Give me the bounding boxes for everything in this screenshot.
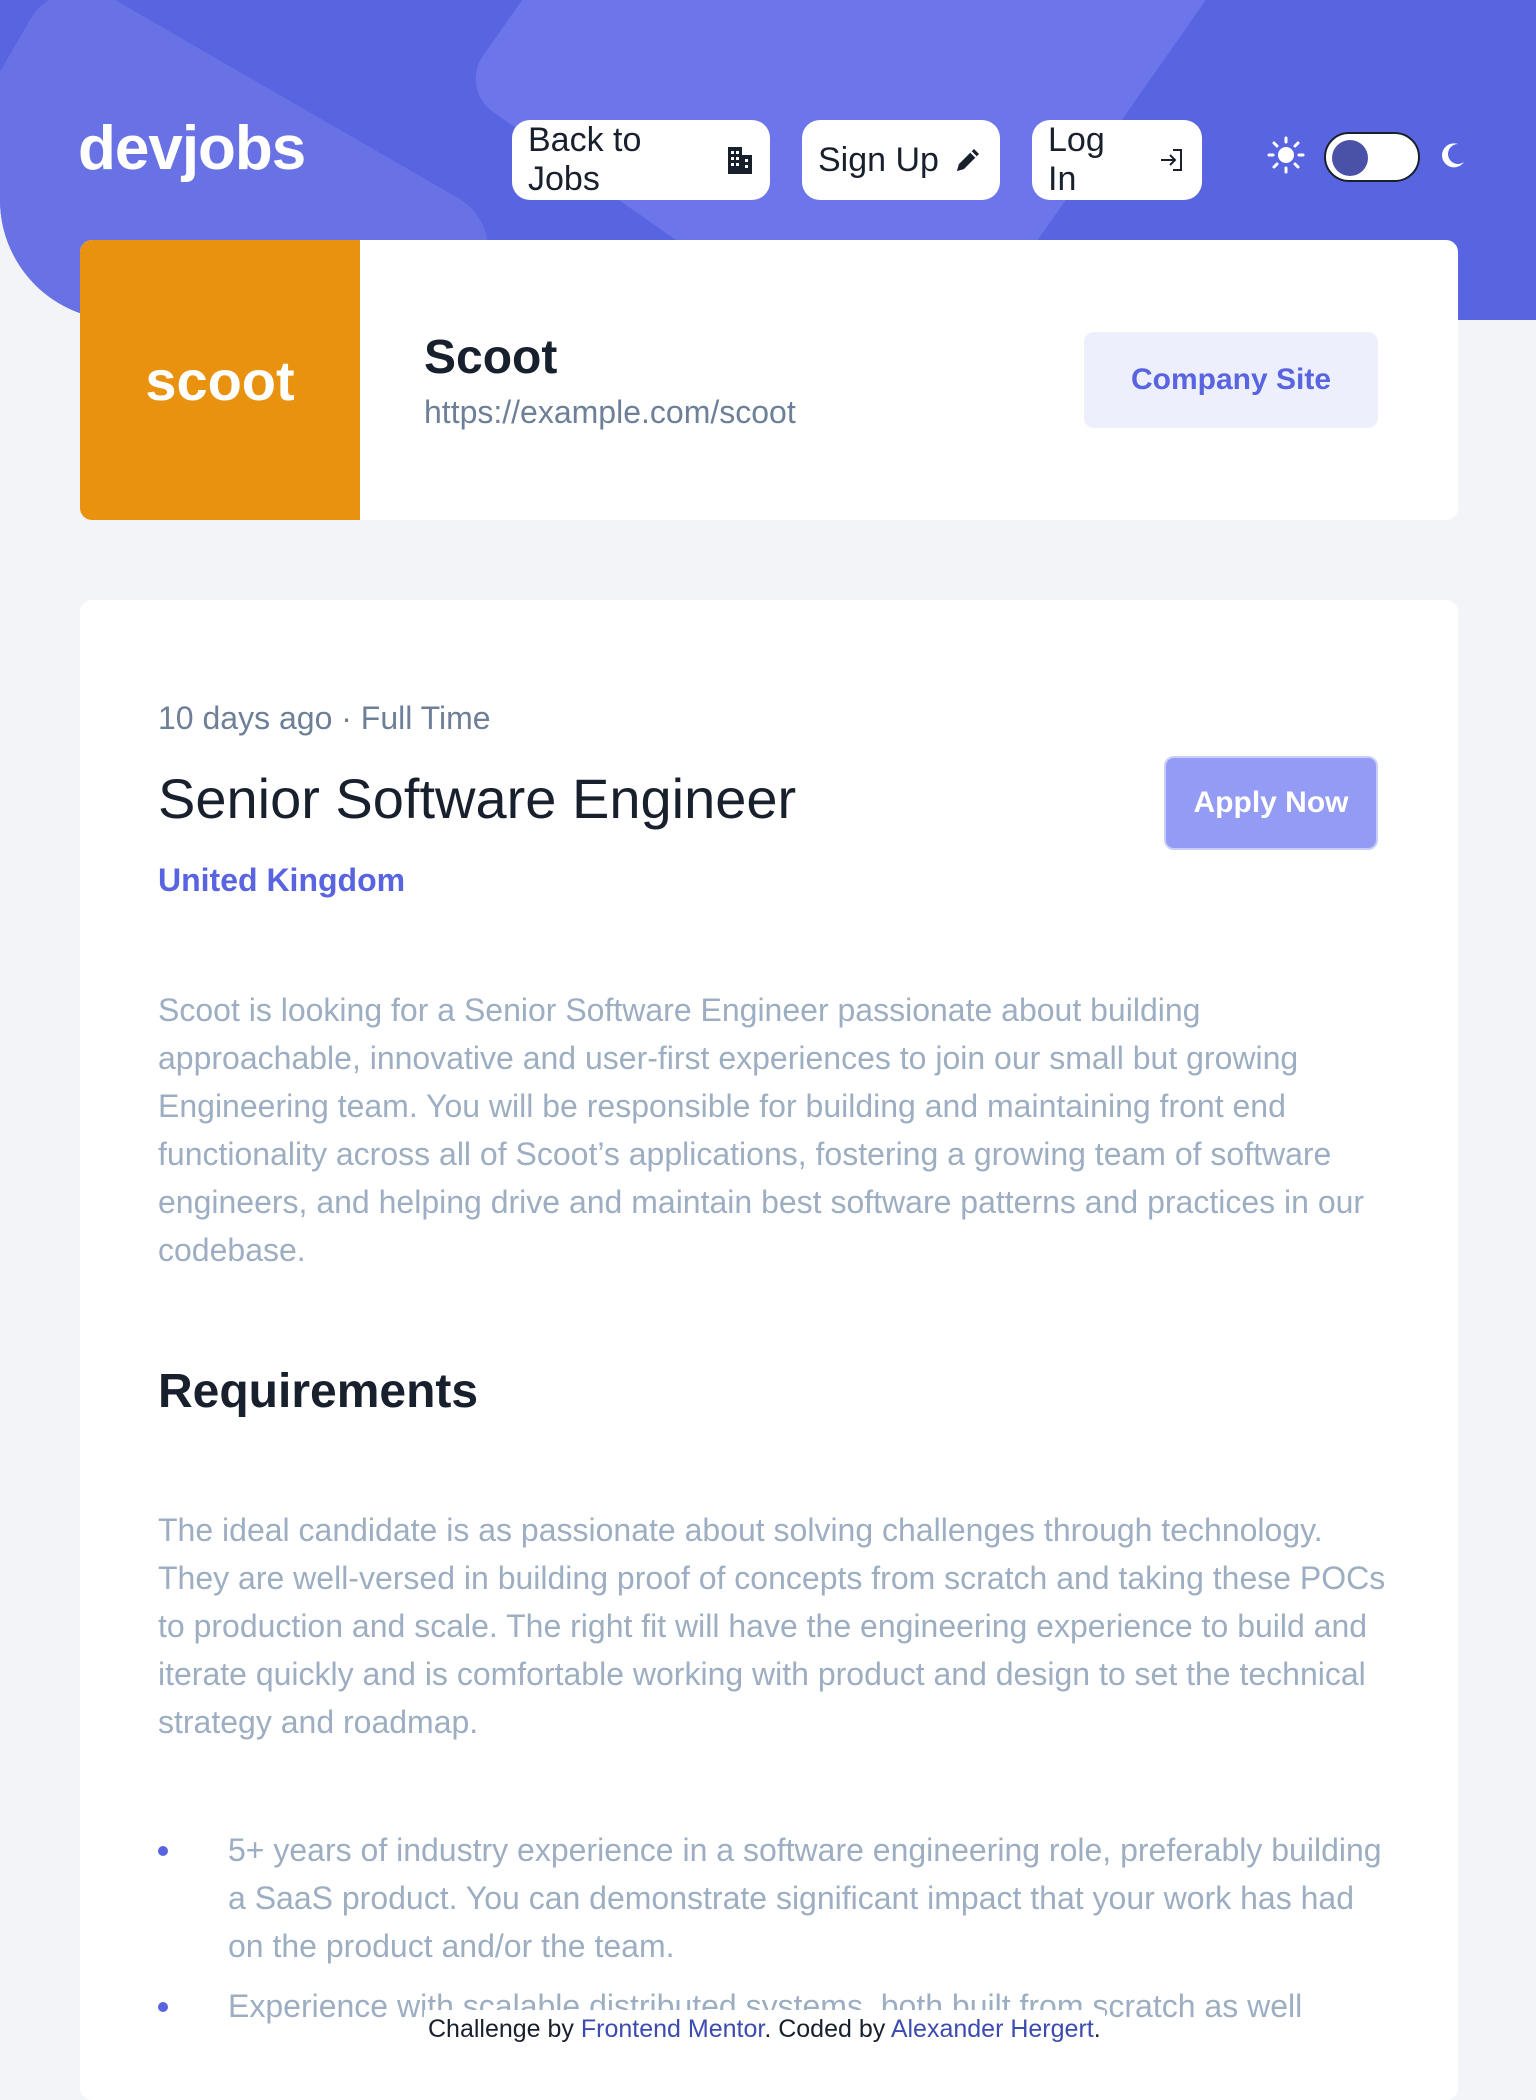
login-icon bbox=[1156, 145, 1186, 175]
sign-up-button[interactable]: Sign Up bbox=[802, 120, 1000, 200]
devjobs-logo[interactable]: devjobs bbox=[78, 118, 306, 180]
job-meta: 10 days ago · Full Time bbox=[158, 700, 491, 737]
sun-icon bbox=[1266, 135, 1306, 180]
company-site-button[interactable]: Company Site bbox=[1084, 332, 1378, 428]
sign-up-label: Sign Up bbox=[818, 140, 939, 179]
back-to-jobs-label: Back to Jobs bbox=[528, 121, 642, 198]
back-to-jobs-button[interactable]: Back to Jobs bbox=[512, 120, 770, 200]
job-details-card: 10 days ago · Full Time Senior Software … bbox=[80, 600, 1458, 2100]
company-url: https://example.com/scoot bbox=[424, 394, 796, 430]
pencil-icon bbox=[953, 145, 983, 175]
attribution-suffix: . bbox=[1093, 2015, 1101, 2043]
job-description: Scoot is looking for a Senior Software E… bbox=[158, 992, 1365, 1268]
top-nav: devjobs Back to Jobs Sign Up Log In bbox=[0, 0, 1536, 240]
theme-toggle bbox=[1266, 132, 1468, 182]
list-item-text: 5+ years of industry experience in a sof… bbox=[228, 1832, 1382, 1964]
company-logo: scoot bbox=[80, 240, 360, 520]
job-location: United Kingdom bbox=[158, 862, 406, 898]
bullet bbox=[158, 2002, 168, 2012]
requirements-text: The ideal candidate is as passionate abo… bbox=[158, 1512, 1386, 1740]
log-in-button[interactable]: Log In bbox=[1032, 120, 1202, 200]
company-card: scoot Scoot https://example.com/scoot Co… bbox=[80, 240, 1458, 520]
apply-now-button[interactable]: Apply Now bbox=[1164, 756, 1378, 850]
job-title: Senior Software Engineer bbox=[158, 767, 797, 830]
building-icon bbox=[726, 145, 754, 175]
moon-icon bbox=[1438, 140, 1468, 175]
requirements-heading: Requirements bbox=[158, 1365, 479, 1418]
theme-switch-knob bbox=[1332, 140, 1368, 176]
attribution-prefix: Challenge by bbox=[428, 2015, 574, 2043]
author-link[interactable]: Alexander Hergert bbox=[891, 2015, 1094, 2043]
attribution: Challenge by Frontend Mentor. Coded by A… bbox=[424, 2010, 1105, 2048]
attribution-middle: . Coded by bbox=[764, 2015, 886, 2043]
frontend-mentor-link[interactable]: Frontend Mentor bbox=[581, 2015, 764, 2043]
meta-separator: · bbox=[341, 700, 352, 736]
posted-time: 10 days ago bbox=[158, 700, 333, 736]
contract-type: Full Time bbox=[360, 700, 491, 736]
log-in-label: Log In bbox=[1048, 121, 1105, 198]
bullet bbox=[158, 1846, 168, 1856]
company-name: Scoot bbox=[424, 331, 558, 384]
theme-switch[interactable] bbox=[1324, 132, 1420, 182]
list-item: 5+ years of industry experience in a sof… bbox=[158, 1826, 1388, 1970]
